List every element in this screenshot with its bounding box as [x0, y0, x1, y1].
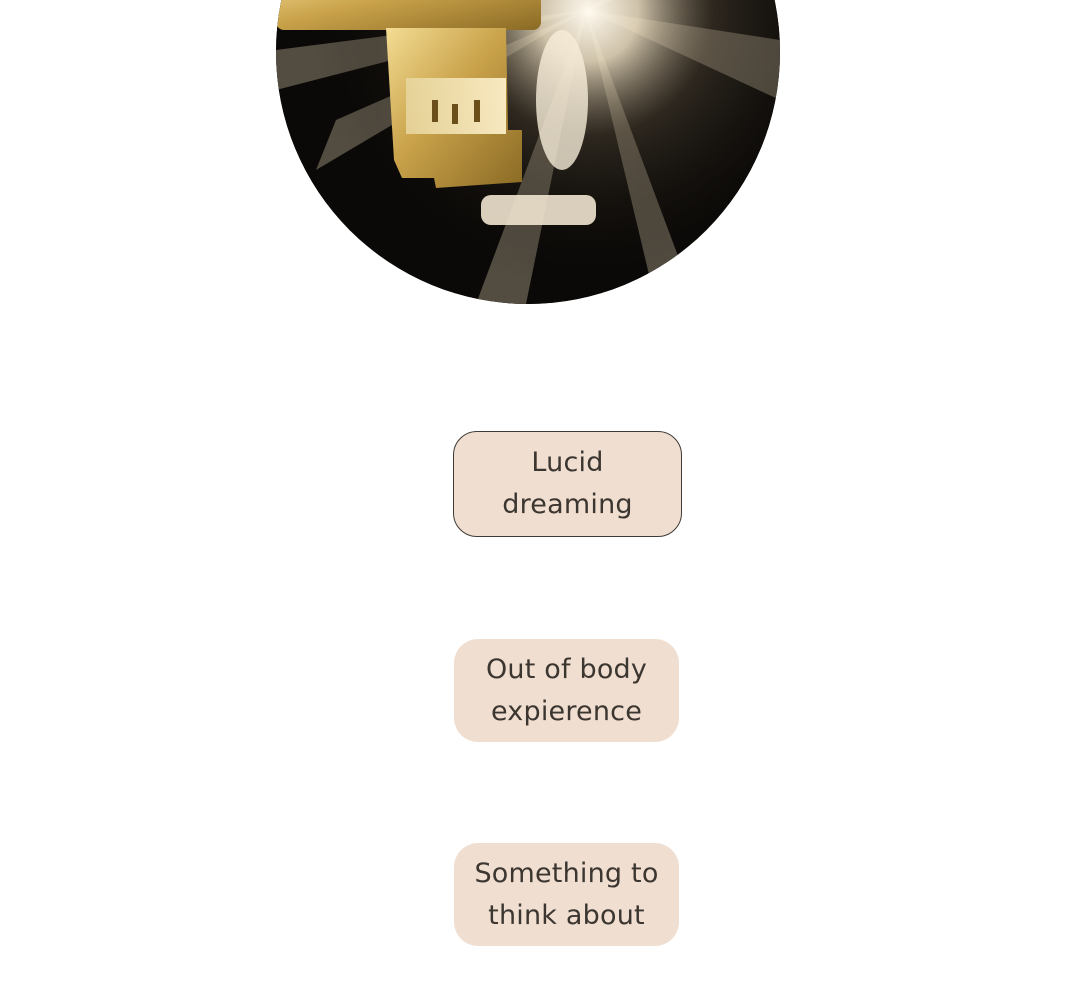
out-of-body-experience-button[interactable]: Out of body expierence	[454, 639, 679, 742]
lucid-dreaming-label: Lucid dreaming	[502, 447, 633, 520]
something-to-think-about-button[interactable]: Something to think about	[454, 843, 679, 946]
lucid-dreaming-button[interactable]: Lucid dreaming	[453, 431, 682, 537]
hero-image	[276, 0, 780, 304]
something-to-think-about-label: Something to think about	[474, 857, 659, 931]
out-of-body-experience-label: Out of body expierence	[485, 653, 648, 727]
golden-key-in-keyhole-image	[276, 0, 780, 304]
